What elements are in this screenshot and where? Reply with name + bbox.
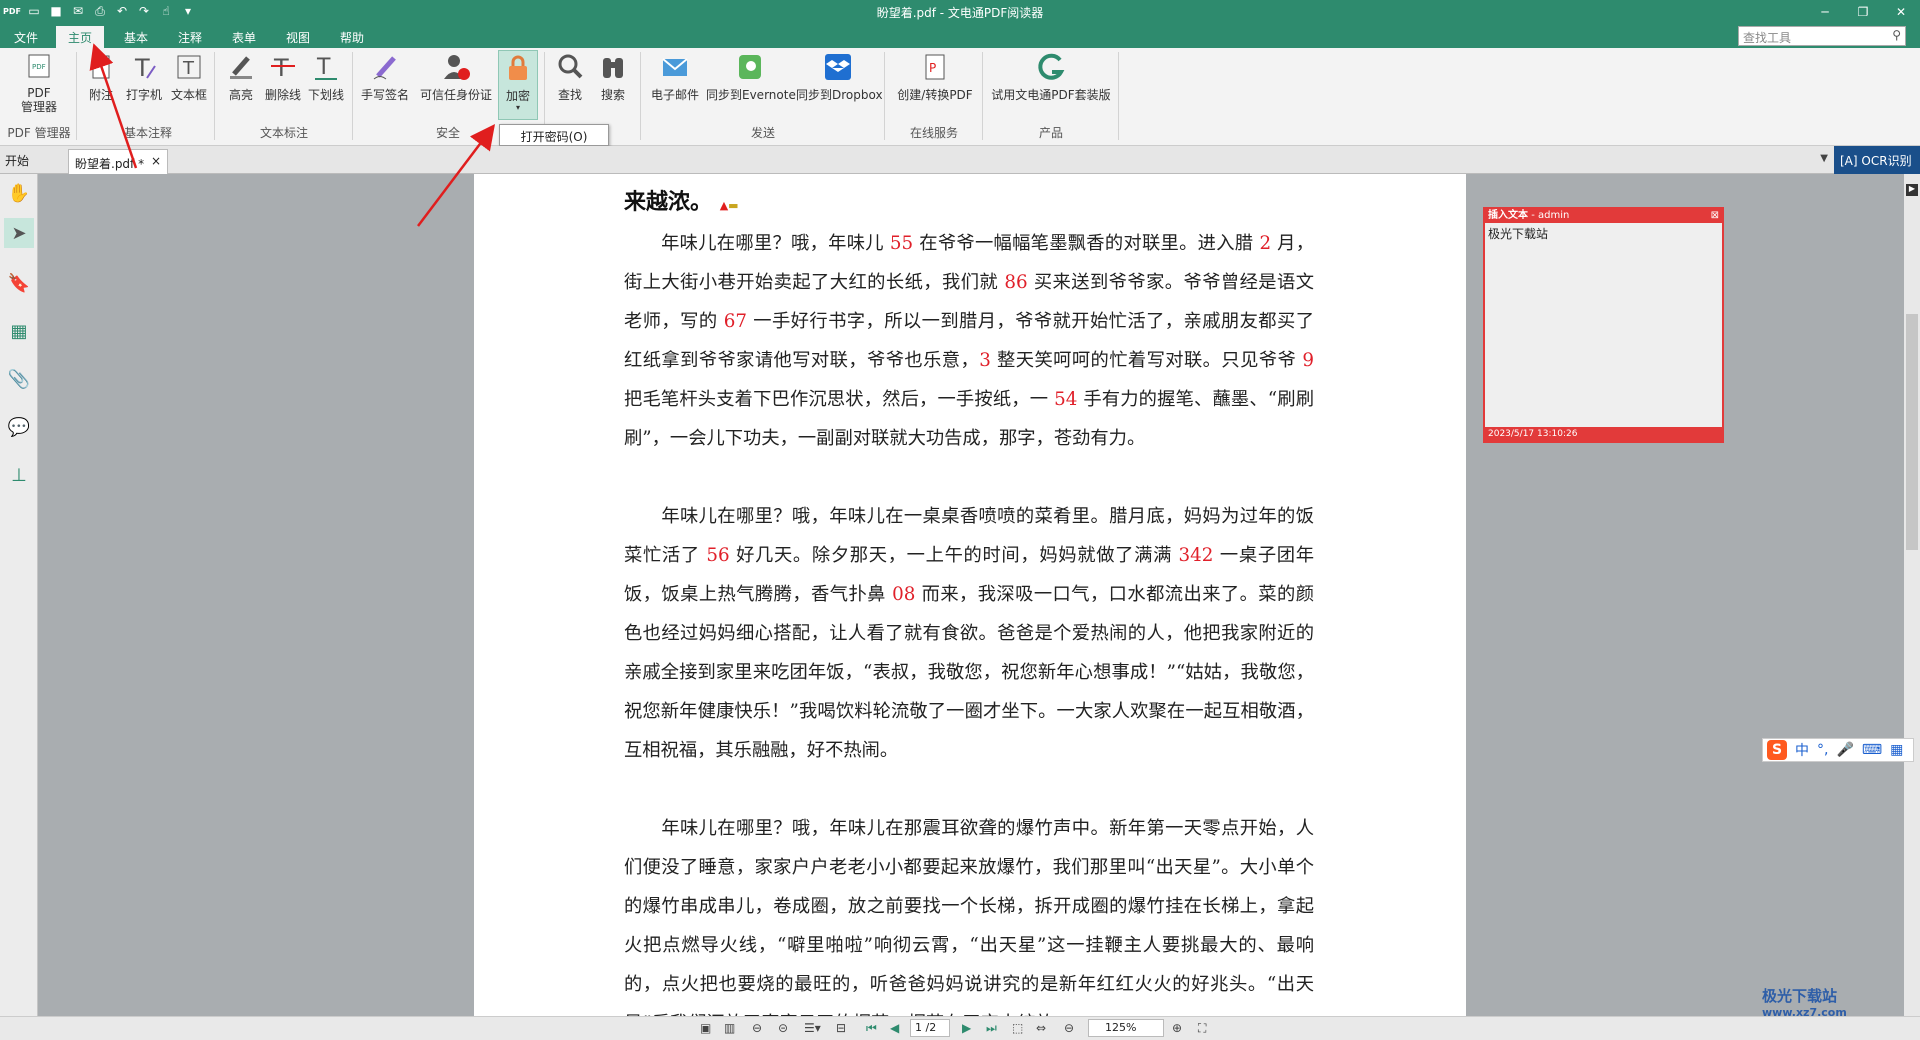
arrow-to-home-menu: [89, 43, 138, 169]
arrow-to-encrypt: [417, 124, 496, 227]
annotation-arrows: [89, 43, 496, 227]
